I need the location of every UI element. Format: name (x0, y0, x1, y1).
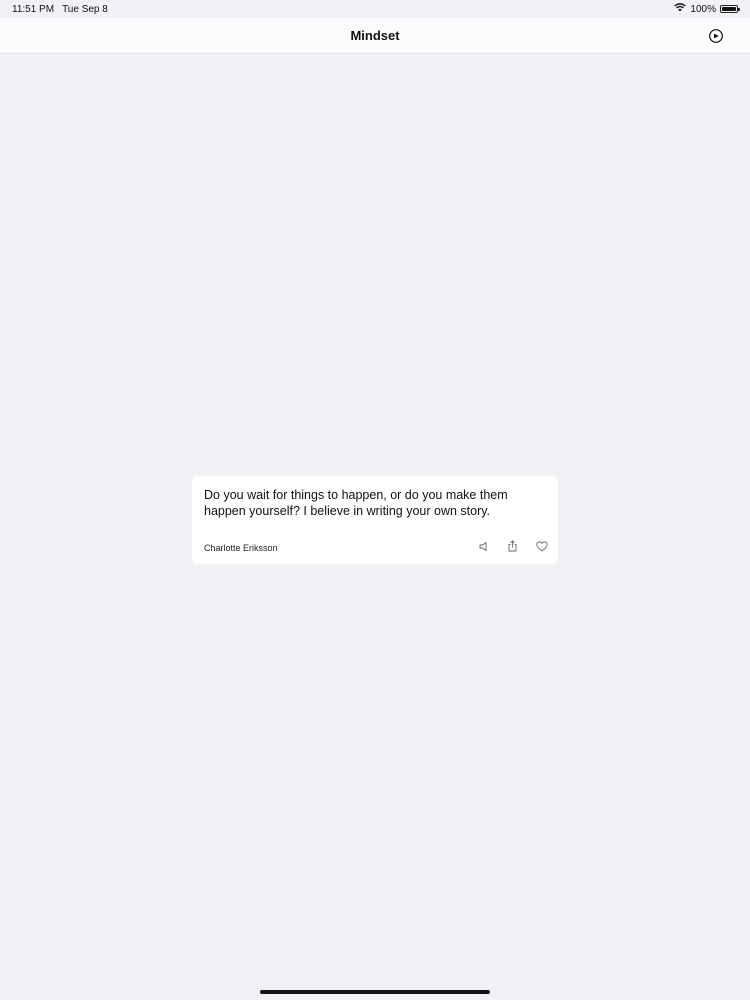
share-icon (507, 539, 518, 557)
status-bar: 11:51 PM Tue Sep 8 100% (0, 0, 750, 18)
status-time: 11:51 PM (12, 4, 55, 15)
status-left: 11:51 PM Tue Sep 8 (12, 4, 108, 15)
home-indicator[interactable] (260, 990, 490, 994)
gear-badge-icon (708, 29, 724, 48)
battery-fill (722, 7, 736, 11)
status-right: 100% (674, 3, 740, 15)
wifi-icon (674, 3, 687, 15)
card-actions (477, 539, 548, 557)
page-title: Mindset (350, 28, 400, 43)
heart-icon (535, 539, 548, 557)
quote-text: Do you wait for things to happen, or do … (204, 488, 508, 518)
battery-percent: 100% (690, 3, 716, 15)
settings-button[interactable] (708, 28, 724, 44)
quote-author: Charlotte Eriksson (204, 543, 278, 553)
battery-icon (720, 5, 740, 13)
quote-card[interactable]: Do you wait for things to happen, or do … (192, 476, 558, 564)
nav-bar: Mindset (0, 18, 750, 54)
share-button[interactable] (506, 539, 519, 557)
favorite-button[interactable] (535, 539, 548, 557)
speak-button[interactable] (477, 541, 490, 554)
speaker-icon (478, 539, 489, 557)
status-date: Tue Sep 8 (62, 4, 108, 15)
